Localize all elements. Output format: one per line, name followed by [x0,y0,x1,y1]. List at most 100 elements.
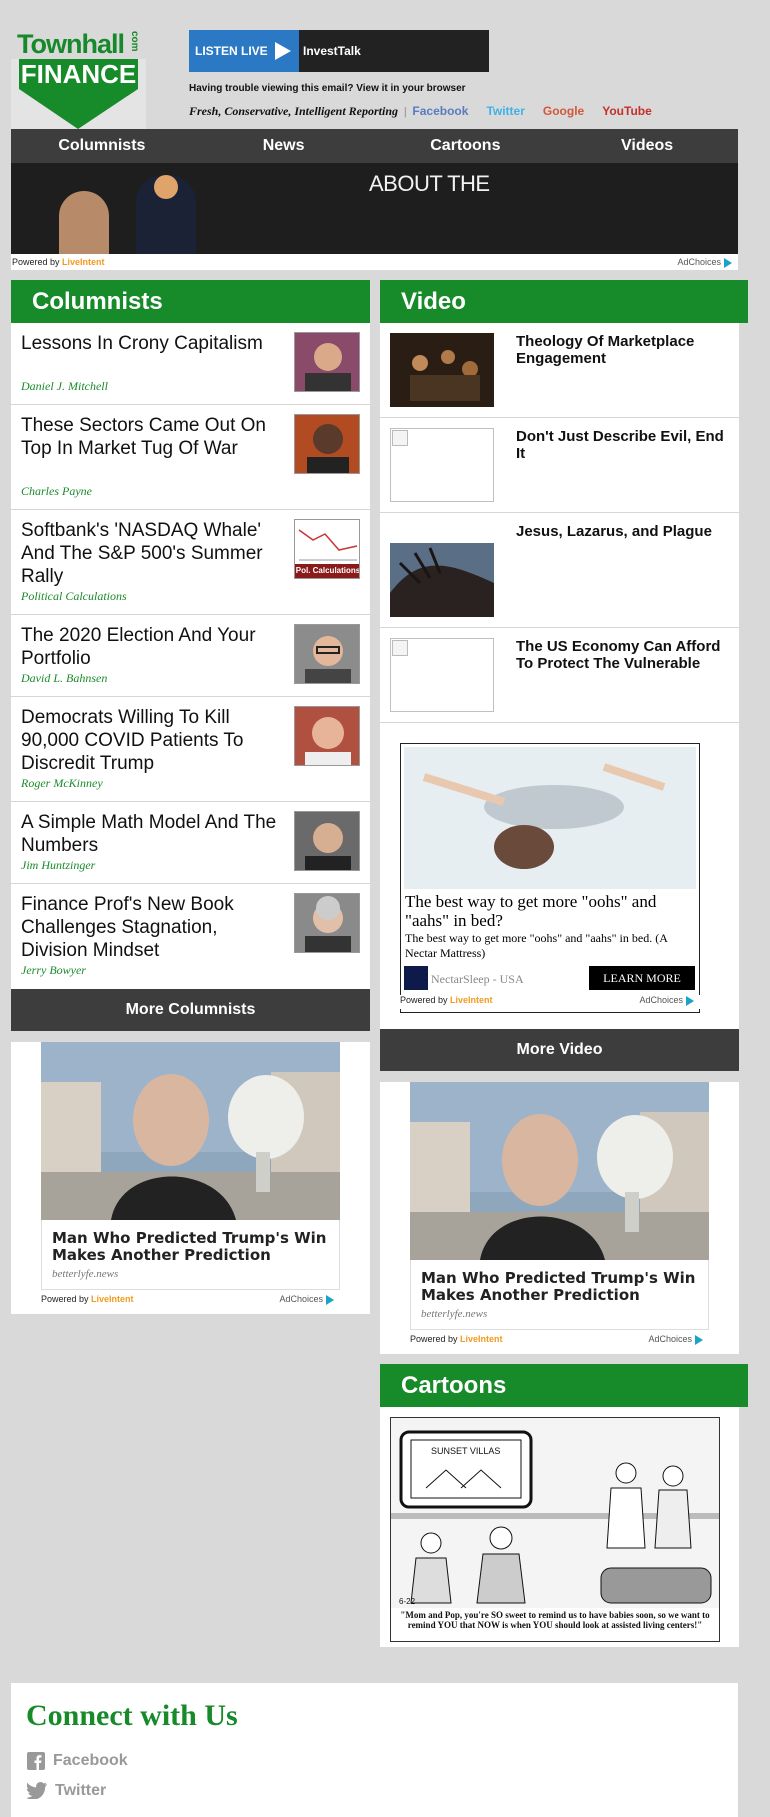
liveintent-logo[interactable]: LiveIntent [62,257,105,267]
author-photo-icon[interactable] [294,893,360,953]
banner-photo-person [136,175,196,254]
nav-videos[interactable]: Videos [556,129,738,163]
nectar-ad-body[interactable]: The best way to get more "oohs" and "aah… [405,931,695,961]
columnist-article-title[interactable]: A Simple Math Model And The Numbers [21,811,286,857]
more-columnists-button[interactable]: More Columnists [11,989,370,1031]
betterlyfe-ad-left[interactable]: Man Who Predicted Trump's Win Makes Anot… [11,1042,370,1314]
nectar-ad-photo[interactable] [404,747,696,889]
liveintent-logo[interactable]: LiveIntent [450,995,493,1005]
adchoices-icon [686,995,694,1006]
columnists-section-title: Columnists [11,280,370,332]
columnist-item[interactable]: Democrats Willing To Kill 90,000 COVID P… [11,697,371,802]
listen-live-label: LISTEN LIVE [195,44,268,58]
columnist-author[interactable]: Roger McKinney [21,776,103,791]
more-video-button[interactable]: More Video [380,1029,739,1071]
author-photo-icon[interactable] [294,811,360,871]
chart-logo-icon[interactable]: Pol. Calculations [294,519,360,579]
cartoon-image[interactable]: SUNSET VILLAS 6-22 "Mom and Pop, you're … [390,1417,720,1642]
video-title[interactable]: The US Economy Can Afford To Protect The… [516,638,730,672]
cartoon-sign: SUNSET VILLAS [431,1446,500,1456]
author-photo-icon[interactable] [294,706,360,766]
columnist-item[interactable]: Softbank's 'NASDAQ Whale' And The S&P 50… [11,510,371,615]
adchoices-link[interactable]: AdChoices [677,257,732,268]
learn-more-button[interactable]: LEARN MORE [589,966,695,990]
columnist-item[interactable]: These Sectors Came Out On Top In Market … [11,405,371,510]
nav-columnists[interactable]: Columnists [11,129,193,163]
broken-image-icon[interactable] [390,638,494,712]
columnist-article-title[interactable]: Softbank's 'NASDAQ Whale' And The S&P 50… [21,519,286,588]
columnist-author[interactable]: Charles Payne [21,484,92,499]
twitter-icon [26,1782,47,1800]
site-logo[interactable]: Townhall com FINANCE [11,29,146,129]
nectar-ad-headline[interactable]: The best way to get more "oohs" and "aah… [405,892,695,930]
broken-image-icon[interactable] [390,428,494,502]
main-nav: Columnists News Cartoons Videos [11,129,738,163]
columnist-item[interactable]: A Simple Math Model And The Numbers Jim … [11,802,371,884]
powered-by-label: Powered by [41,1294,89,1304]
video-item[interactable]: Jesus, Lazarus, and Plague [380,513,740,628]
listen-live-button[interactable]: LISTEN LIVE [189,30,299,72]
ad-headline[interactable]: Man Who Predicted Trump's Win Makes Anot… [421,1270,701,1304]
video-item[interactable]: Don't Just Describe Evil, End It [380,418,740,513]
tagline-separator: | [404,104,407,118]
columnist-article-title[interactable]: Democrats Willing To Kill 90,000 COVID P… [21,706,286,775]
columnist-article-title[interactable]: Lessons In Crony Capitalism [21,332,286,355]
ad-domain[interactable]: betterlyfe.news [52,1268,118,1280]
cartoon-caption: "Mom and Pop, you're SO sweet to remind … [400,1610,710,1630]
video-title[interactable]: Theology Of Marketplace Engagement [516,333,730,367]
adchoices-icon [695,1334,703,1345]
header-youtube-link[interactable]: YouTube [602,104,652,118]
listen-live-bar[interactable]: LISTEN LIVE InvestTalk [189,30,489,72]
header-twitter-link[interactable]: Twitter [486,104,524,118]
columnist-article-title[interactable]: The 2020 Election And Your Portfolio [21,624,286,670]
ad-photo[interactable] [41,1042,340,1220]
ad-footer: Powered by LiveIntent AdChoices [400,995,700,1009]
columnist-author[interactable]: Daniel J. Mitchell [21,379,108,394]
nectar-logo-icon [404,966,428,990]
betterlyfe-ad-right[interactable]: Man Who Predicted Trump's Win Makes Anot… [380,1082,739,1354]
header-facebook-link[interactable]: Facebook [412,104,468,118]
adchoices-link[interactable]: AdChoices [648,1334,703,1345]
author-photo-icon[interactable] [294,414,360,474]
columnist-author[interactable]: Jerry Bowyer [21,963,86,978]
ad-text-box[interactable]: Man Who Predicted Trump's Win Makes Anot… [410,1260,709,1330]
ad-photo[interactable] [410,1082,709,1260]
ad-domain[interactable]: betterlyfe.news [421,1308,487,1320]
liveintent-logo[interactable]: LiveIntent [460,1334,503,1344]
author-photo-icon[interactable] [294,624,360,684]
cartoon-drawing: SUNSET VILLAS 6-22 [391,1418,719,1608]
connect-twitter-link[interactable]: Twitter [26,1782,106,1800]
ad-headline[interactable]: Man Who Predicted Trump's Win Makes Anot… [52,1230,332,1264]
connect-facebook-link[interactable]: Facebook [27,1752,128,1770]
nectar-ad-frame[interactable]: The best way to get more "oohs" and "aah… [400,743,700,1013]
nectar-ad-brand[interactable]: NectarSleep - USA [431,972,524,987]
columnist-article-title[interactable]: Finance Prof's New Book Challenges Stagn… [21,893,286,962]
nav-cartoons[interactable]: Cartoons [375,129,557,163]
author-photo-icon[interactable] [294,332,360,392]
liveintent-logo[interactable]: LiveIntent [91,1294,134,1304]
columnist-author[interactable]: David L. Bahnsen [21,671,107,686]
adchoices-link[interactable]: AdChoices [639,995,694,1006]
columnist-article-title[interactable]: These Sectors Came Out On Top In Market … [21,414,286,460]
video-thumbnail[interactable] [390,333,494,407]
connect-title: Connect with Us [26,1699,238,1732]
columnist-author[interactable]: Jim Huntzinger [21,858,95,873]
columnist-item[interactable]: Lessons In Crony Capitalism Daniel J. Mi… [11,323,371,405]
ad-text-box[interactable]: Man Who Predicted Trump's Win Makes Anot… [41,1220,340,1290]
nav-news[interactable]: News [193,129,375,163]
columnist-item[interactable]: The 2020 Election And Your Portfolio Dav… [11,615,371,697]
logo-com-text: com [129,31,140,52]
header-google-link[interactable]: Google [543,104,584,118]
columnists-list: Lessons In Crony Capitalism Daniel J. Mi… [11,323,371,989]
video-thumbnail[interactable] [390,543,494,617]
video-item[interactable]: Theology Of Marketplace Engagement [380,323,740,418]
columnist-author[interactable]: Political Calculations [21,589,127,604]
columnist-item[interactable]: Finance Prof's New Book Challenges Stagn… [11,884,371,989]
nectar-ad[interactable]: The best way to get more "oohs" and "aah… [380,723,739,1029]
view-in-browser-link[interactable]: Having trouble viewing this email? View … [189,83,466,94]
banner-ad[interactable]: ABOUT THE [11,163,738,254]
video-title[interactable]: Don't Just Describe Evil, End It [516,428,730,462]
video-item[interactable]: The US Economy Can Afford To Protect The… [380,628,740,723]
video-title[interactable]: Jesus, Lazarus, and Plague [516,523,730,540]
adchoices-link[interactable]: AdChoices [279,1294,334,1305]
